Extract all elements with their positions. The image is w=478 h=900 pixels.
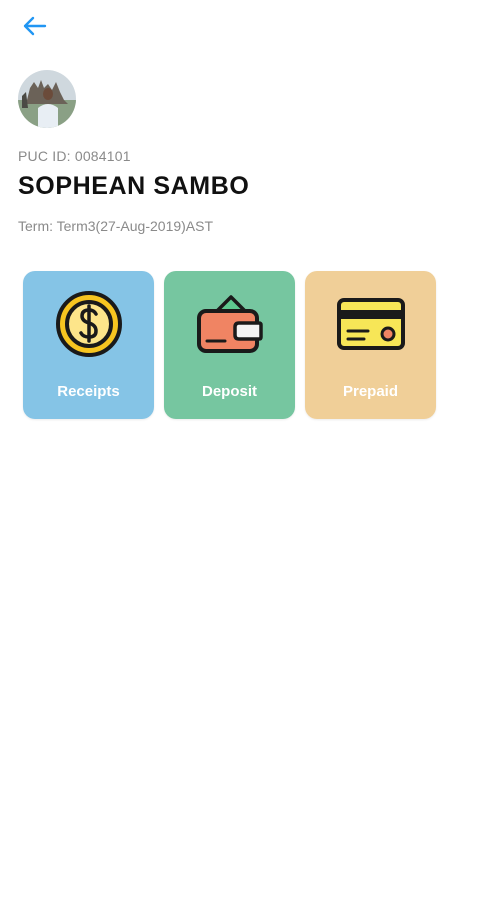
student-id: PUC ID: 0084101 — [18, 148, 131, 164]
arrow-left-icon — [23, 16, 47, 36]
receipts-label: Receipts — [57, 383, 120, 400]
back-button[interactable] — [18, 12, 50, 40]
prepaid-label: Prepaid — [342, 383, 399, 400]
receipts-card[interactable]: Receipts — [23, 271, 154, 419]
deposit-card[interactable]: Deposit — [164, 271, 295, 419]
prepaid-card[interactable]: Prepaid — [305, 271, 436, 419]
wallet-icon — [195, 289, 265, 359]
credit-card-icon — [336, 289, 406, 359]
deposit-label: Deposit — [201, 383, 257, 400]
menu-cards: Receipts Deposit Prepaid — [23, 271, 436, 419]
dollar-coin-icon — [54, 289, 124, 359]
student-name: SOPHEAN SAMBO — [18, 172, 250, 200]
term-info: Term: Term3(27-Aug-2019)AST — [18, 218, 214, 234]
avatar — [18, 70, 76, 128]
